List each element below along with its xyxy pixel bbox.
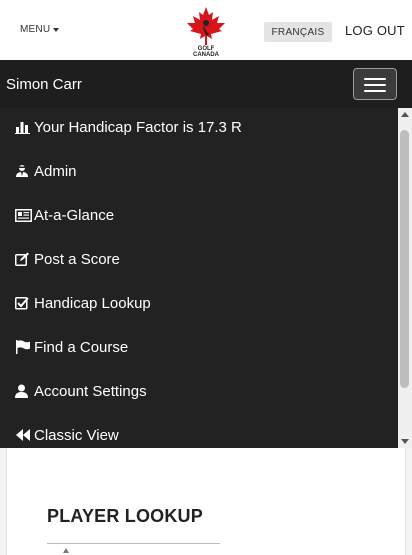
menu-item-admin[interactable]: Admin — [0, 149, 398, 193]
menu-item-handicap-lookup[interactable]: Handicap Lookup — [0, 281, 398, 325]
newspaper-icon — [15, 207, 33, 223]
top-header: MENU GOLF CANADA FRANÇAIS LOG OUT — [0, 0, 412, 60]
logo-text-canada: CANADA — [193, 52, 219, 58]
menu-item-label: Your Handicap Factor is 17.3 R — [34, 118, 242, 136]
flag-icon — [15, 339, 33, 355]
menu-item-label: Classic View — [34, 426, 119, 444]
divider — [47, 543, 220, 544]
menu-item-label: Post a Score — [34, 250, 120, 268]
hamburger-icon-bar — [364, 84, 386, 86]
page-title: PLAYER LOOKUP — [47, 506, 203, 526]
menu-label: MENU — [20, 24, 51, 35]
menu-item-account-settings[interactable]: Account Settings — [0, 369, 398, 413]
user-icon — [15, 383, 33, 399]
scroll-up-arrow-icon[interactable] — [401, 112, 409, 117]
logout-link[interactable]: LOG OUT — [345, 23, 405, 38]
nav-dropdown-menu: Your Handicap Factor is 17.3 R Admin At-… — [0, 108, 412, 448]
menu-item-post-a-score[interactable]: Post a Score — [0, 237, 398, 281]
menu-item-label: Account Settings — [34, 382, 147, 400]
menu-dropdown-button[interactable]: MENU — [20, 24, 60, 35]
hamburger-icon — [364, 78, 386, 80]
golf-canada-logo[interactable]: GOLF CANADA — [183, 6, 229, 58]
user-name[interactable]: Simon Carr — [6, 76, 82, 93]
bar-chart-icon — [15, 119, 33, 135]
user-secret-icon — [15, 163, 33, 179]
menu-item-find-a-course[interactable]: Find a Course — [0, 325, 398, 369]
hamburger-icon-bar — [364, 90, 386, 92]
menu-item-at-a-glance[interactable]: At-a-Glance — [0, 193, 398, 237]
menu-item-label: Find a Course — [34, 338, 129, 356]
menu-item-label: At-a-Glance — [34, 206, 115, 224]
caret-down-icon — [53, 28, 60, 32]
menu-item-classic-view[interactable]: Classic View — [0, 413, 398, 448]
content-card — [6, 448, 406, 555]
scrollbar-thumb[interactable] — [400, 130, 409, 388]
edit-icon — [15, 251, 33, 267]
check-square-icon — [15, 295, 33, 311]
language-toggle-button[interactable]: FRANÇAIS — [264, 22, 332, 42]
menu-item-label: Admin — [34, 162, 77, 180]
backward-icon — [15, 427, 33, 443]
hamburger-menu-button[interactable] — [353, 68, 397, 100]
sort-up-icon[interactable] — [63, 548, 69, 553]
navbar: Simon Carr — [0, 60, 412, 108]
menu-scrollbar[interactable] — [398, 108, 412, 448]
scroll-down-arrow-icon[interactable] — [401, 439, 409, 444]
menu-item-label: Handicap Lookup — [34, 294, 151, 312]
menu-item-handicap-factor[interactable]: Your Handicap Factor is 17.3 R — [0, 108, 398, 149]
maple-leaf-icon — [187, 7, 225, 45]
